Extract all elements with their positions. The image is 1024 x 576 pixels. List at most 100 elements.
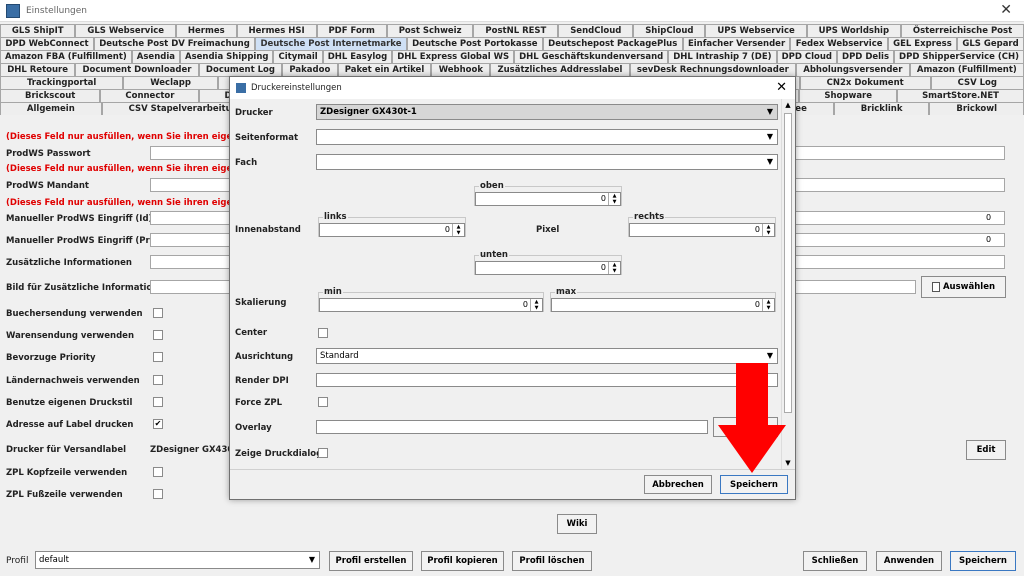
tab-row2-2[interactable]: Deutsche Post Internetmarke bbox=[255, 37, 407, 50]
schliessen-button[interactable]: Schließen bbox=[803, 551, 867, 571]
tab-row1-2[interactable]: Hermes bbox=[175, 24, 237, 37]
tab-row4-3[interactable]: Pakadoo bbox=[282, 63, 338, 76]
tab-row3-3[interactable]: Citymail bbox=[273, 50, 323, 63]
spinner-arrows-icon[interactable]: ▲ ▼ bbox=[762, 299, 774, 311]
tab-row2-8[interactable]: GLS Gepard bbox=[957, 37, 1024, 50]
tab-row1-1[interactable]: GLS Webservice bbox=[75, 24, 176, 37]
profil-select[interactable]: default ▼ bbox=[35, 551, 320, 569]
anwenden-button[interactable]: Anwenden bbox=[876, 551, 942, 571]
auswaehlen-button[interactable]: Auswählen bbox=[921, 276, 1006, 298]
tab-row4-2[interactable]: Document Log bbox=[198, 63, 283, 76]
spinner-arrows-icon[interactable]: ▲ ▼ bbox=[530, 299, 542, 311]
overlay-input[interactable] bbox=[316, 420, 708, 434]
zpl-fuss-checkbox[interactable] bbox=[153, 489, 163, 499]
tab-row4-4[interactable]: Paket ein Artikel bbox=[337, 63, 432, 76]
fach-select[interactable]: ▼ bbox=[316, 154, 778, 170]
tab-row5-1[interactable]: Weclapp bbox=[123, 76, 218, 89]
spinner-arrows-icon[interactable]: ▲ ▼ bbox=[608, 193, 620, 205]
spinner-arrows-icon[interactable]: ▲ ▼ bbox=[608, 262, 620, 274]
tab-row2-6[interactable]: Fedex Webservice bbox=[790, 37, 888, 50]
bild-info-label: Bild für Zusätzliche Informationen bbox=[6, 283, 171, 293]
tab-row3-2[interactable]: Asendia Shipping bbox=[180, 50, 274, 63]
tab-row7-10[interactable]: Bricklink bbox=[833, 102, 930, 115]
tab-row1-5[interactable]: Post Schweiz bbox=[386, 24, 474, 37]
tab-row1-9[interactable]: UPS Webservice bbox=[705, 24, 807, 37]
tab-row6-1[interactable]: Connector bbox=[100, 89, 200, 102]
file-icon bbox=[931, 281, 940, 292]
unten-spinner[interactable]: 0 ▲ ▼ bbox=[475, 261, 621, 275]
ausrichtung-select[interactable]: Standard ▼ bbox=[316, 348, 778, 364]
tab-row5-0[interactable]: Trackingportal bbox=[0, 76, 124, 89]
tab-row2-5[interactable]: Einfacher Versender bbox=[682, 37, 791, 50]
dialog-speichern-button[interactable]: Speichern bbox=[720, 475, 788, 494]
tab-row3-10[interactable]: DPD ShipperService (CH) bbox=[894, 50, 1024, 63]
tab-row2-0[interactable]: DPD WebConnect bbox=[0, 37, 94, 50]
wiki-button[interactable]: Wiki bbox=[557, 514, 597, 534]
adresse-label-checkbox[interactable]: ✔ bbox=[153, 419, 163, 429]
buechersendung-checkbox[interactable] bbox=[153, 308, 163, 318]
tab-row1-0[interactable]: GLS ShipIT bbox=[0, 24, 76, 37]
tab-row1-10[interactable]: UPS Worldship bbox=[806, 24, 901, 37]
tab-row5-10[interactable]: CN2x Dokument bbox=[799, 76, 931, 89]
tab-row3-0[interactable]: Amazon FBA (Fulfillment) bbox=[0, 50, 132, 63]
tab-row1-4[interactable]: PDF Form bbox=[316, 24, 387, 37]
warensendung-checkbox[interactable] bbox=[153, 330, 163, 340]
tab-row3-6[interactable]: DHL Geschäftskundenversand bbox=[514, 50, 669, 63]
seitenformat-select[interactable]: ▼ bbox=[316, 129, 778, 145]
tab-row6-0[interactable]: Brickscout bbox=[0, 89, 101, 102]
tab-row3-7[interactable]: DHL Intraship 7 (DE) bbox=[668, 50, 777, 63]
tab-row1-8[interactable]: ShipCloud bbox=[633, 24, 706, 37]
tab-row3-9[interactable]: DPD Delis bbox=[837, 50, 895, 63]
tab-row2-7[interactable]: GEL Express bbox=[887, 37, 958, 50]
min-spinner[interactable]: 0 ▲ ▼ bbox=[319, 298, 543, 312]
zeige-druckdialog-checkbox[interactable] bbox=[318, 448, 328, 458]
oben-spinner[interactable]: 0 ▲ ▼ bbox=[475, 192, 621, 206]
eigener-druckstil-checkbox[interactable] bbox=[153, 397, 163, 407]
tab-row3-8[interactable]: DPD Cloud bbox=[776, 50, 838, 63]
render-dpi-spinner[interactable] bbox=[316, 373, 778, 387]
tab-row2-3[interactable]: Deutsche Post Portokasse bbox=[406, 37, 543, 50]
tab-row2-1[interactable]: Deutsche Post DV Freimachung bbox=[93, 37, 256, 50]
tab-row1-11[interactable]: Österreichische Post bbox=[900, 24, 1024, 37]
profil-kopieren-button[interactable]: Profil kopieren bbox=[421, 551, 504, 571]
tab-row2-4[interactable]: Deutschepost PackagePlus bbox=[542, 37, 683, 50]
force-zpl-checkbox[interactable] bbox=[318, 397, 328, 407]
laendernachweis-checkbox[interactable] bbox=[153, 375, 163, 385]
tab-row1-3[interactable]: Hermes HSI bbox=[236, 24, 317, 37]
center-checkbox[interactable] bbox=[318, 328, 328, 338]
scroll-up-icon[interactable]: ▲ bbox=[782, 99, 794, 111]
links-spinner[interactable]: 0 ▲ ▼ bbox=[319, 223, 465, 237]
spinner-arrows-icon[interactable]: ▲ ▼ bbox=[452, 224, 464, 236]
tab-row1-6[interactable]: PostNL REST bbox=[473, 24, 559, 37]
tab-row3-5[interactable]: DHL Express Global WS bbox=[392, 50, 515, 63]
tab-row3-1[interactable]: Asendia bbox=[131, 50, 181, 63]
rechts-spinner[interactable]: 0 ▲ ▼ bbox=[629, 223, 775, 237]
abbrechen-button[interactable]: Abbrechen bbox=[644, 475, 712, 494]
drucker-select[interactable]: ZDesigner GX430t-1 ▼ bbox=[316, 104, 778, 120]
tab-row4-8[interactable]: Abholungsversender bbox=[796, 63, 910, 76]
tab-row4-7[interactable]: sevDesk Rechnungsdownloader bbox=[629, 63, 797, 76]
tab-row4-0[interactable]: DHL Retoure bbox=[0, 63, 76, 76]
chevron-down-icon: ▼ bbox=[308, 555, 316, 564]
max-spinner[interactable]: 0 ▲ ▼ bbox=[551, 298, 775, 312]
bevorzuge-priority-checkbox[interactable] bbox=[153, 352, 163, 362]
edit-button[interactable]: Edit bbox=[966, 440, 1006, 460]
tab-row6-11[interactable]: Shopware bbox=[799, 89, 898, 102]
tab-row4-9[interactable]: Amazon (Fulfillment) bbox=[909, 63, 1024, 76]
speichern-button[interactable]: Speichern bbox=[950, 551, 1016, 571]
tab-row3-4[interactable]: DHL Easylog bbox=[322, 50, 393, 63]
tab-row4-5[interactable]: Webhook bbox=[431, 63, 491, 76]
tab-row1-7[interactable]: SendCloud bbox=[558, 24, 634, 37]
profil-erstellen-button[interactable]: Profil erstellen bbox=[329, 551, 413, 571]
tab-row5-11[interactable]: CSV Log bbox=[930, 76, 1024, 89]
profil-loeschen-button[interactable]: Profil löschen bbox=[512, 551, 592, 571]
close-icon[interactable]: ✕ bbox=[776, 80, 787, 95]
zpl-kopf-checkbox[interactable] bbox=[153, 467, 163, 477]
spinner-arrows-icon[interactable]: ▲ ▼ bbox=[762, 224, 774, 236]
close-icon[interactable]: ✕ bbox=[1000, 2, 1012, 18]
tab-row4-1[interactable]: Document Downloader bbox=[75, 63, 199, 76]
tab-row7-0[interactable]: Allgemein bbox=[0, 102, 102, 115]
tab-row6-12[interactable]: SmartStore.NET bbox=[897, 89, 1024, 102]
tab-row4-6[interactable]: Zusätzliches Addresslabel bbox=[490, 63, 630, 76]
tab-row7-11[interactable]: Brickowl bbox=[929, 102, 1024, 115]
